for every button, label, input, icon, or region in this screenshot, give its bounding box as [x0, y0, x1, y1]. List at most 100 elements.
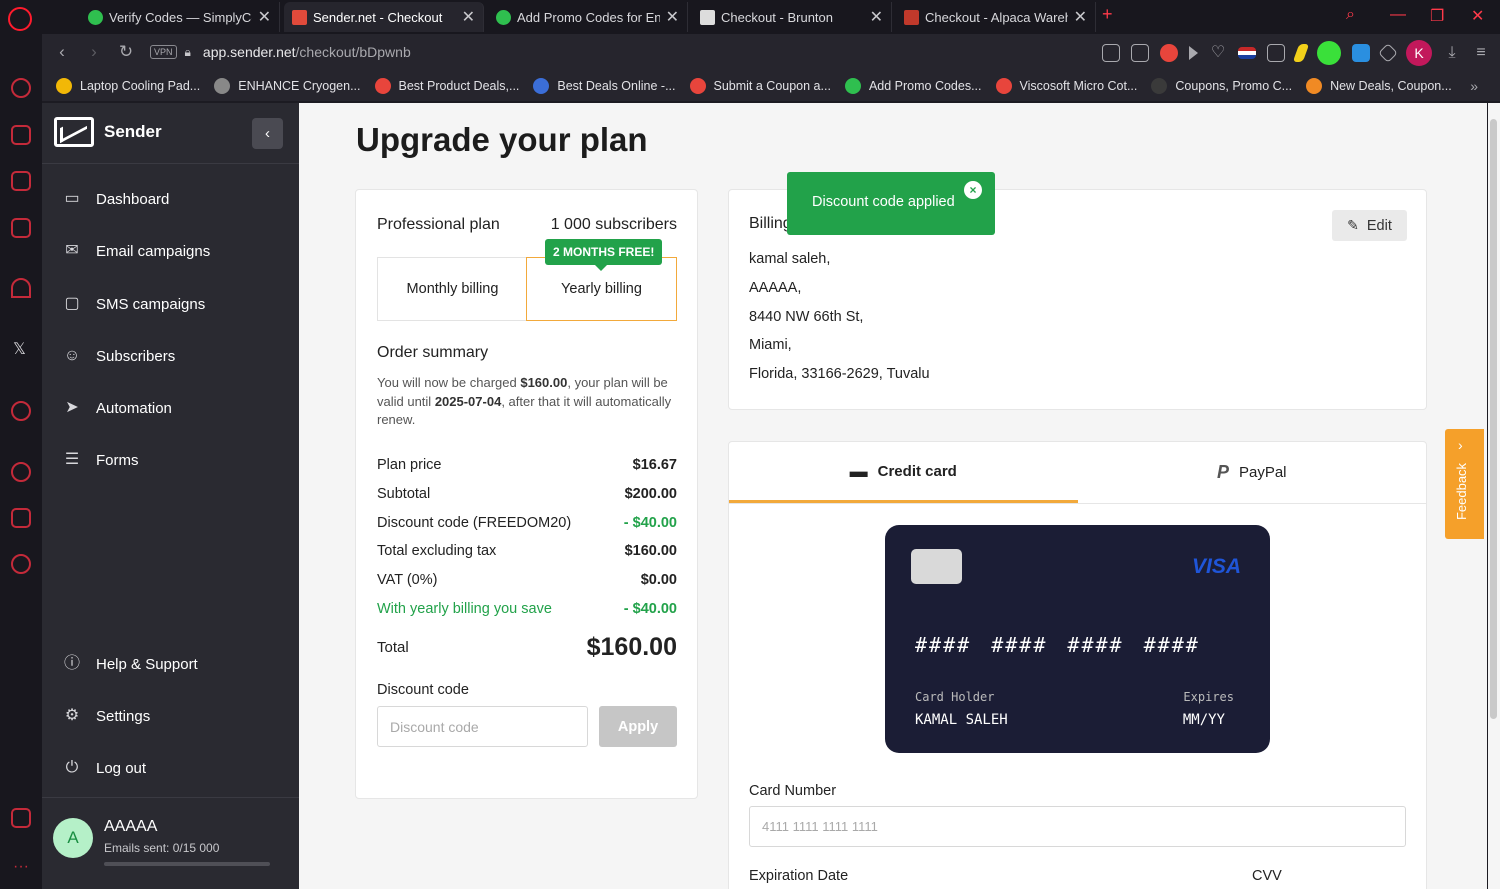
- wallet-icon[interactable]: [11, 218, 31, 238]
- chat-bubble-icon: ▢: [64, 295, 80, 312]
- x-twitter-icon[interactable]: 𝕏: [13, 339, 26, 359]
- pencil-icon: ✎: [1347, 217, 1359, 233]
- paper-plane-icon: ➤: [65, 399, 79, 416]
- url-field[interactable]: app.sender.net/checkout/bDpwnb: [203, 44, 411, 60]
- reader-icon[interactable]: [1267, 44, 1285, 62]
- sidebar-item-dashboard[interactable]: ▭ Dashboard: [62, 189, 169, 209]
- sidebar-item-log-out[interactable]: ⏻ Log out: [62, 758, 146, 778]
- bookmark-item[interactable]: Coupons, Promo C...: [1151, 77, 1292, 94]
- twitch-icon[interactable]: [11, 171, 31, 191]
- settings-rail-icon[interactable]: [11, 554, 31, 574]
- extensions-icon[interactable]: [1378, 43, 1398, 63]
- lightning-icon[interactable]: [1292, 44, 1310, 62]
- new-tab-button[interactable]: +: [1102, 4, 1113, 25]
- send-icon[interactable]: [1189, 46, 1198, 60]
- history-icon[interactable]: [11, 462, 31, 482]
- bookmark-favicon-icon: [56, 77, 72, 94]
- close-toast-icon[interactable]: ×: [964, 181, 982, 199]
- share-icon[interactable]: [1102, 44, 1120, 62]
- sidebar-item-email-campaigns[interactable]: ✉ Email campaigns: [62, 241, 210, 261]
- sidebar-item-sms-campaigns[interactable]: ▢ SMS campaigns: [62, 294, 205, 314]
- minimize-icon[interactable]: —: [1390, 6, 1406, 24]
- close-window-icon[interactable]: ✕: [1471, 6, 1484, 26]
- bookmark-item[interactable]: Laptop Cooling Pad...: [56, 77, 200, 94]
- tab-checkout-brunton[interactable]: Checkout - Brunton ✕: [692, 2, 892, 32]
- payment-card: ▬ Credit card P PayPal VISA #### #### ##…: [728, 441, 1427, 889]
- profile-avatar[interactable]: K: [1406, 40, 1432, 66]
- collapse-sidebar-button[interactable]: ‹: [252, 118, 283, 149]
- bookmark-favicon-icon: [689, 77, 706, 94]
- bookmarks-more-icon[interactable]: »: [1470, 78, 1478, 94]
- adblock-icon[interactable]: [1160, 44, 1178, 62]
- bookmark-item[interactable]: New Deals, Coupon...: [1306, 77, 1452, 94]
- back-icon[interactable]: ‹: [46, 42, 78, 62]
- alpaca-favicon-icon: [904, 9, 919, 25]
- lock-icon[interactable]: 🔒︎: [185, 45, 191, 60]
- camera-icon[interactable]: [1131, 44, 1149, 62]
- sidebar-item-forms[interactable]: ☰ Forms: [62, 450, 139, 470]
- flag-icon[interactable]: [1238, 47, 1256, 59]
- aria-icon[interactable]: [11, 278, 31, 298]
- dashboard-icon: ▭: [64, 190, 80, 207]
- heart-icon[interactable]: ♡: [1209, 44, 1227, 62]
- gallery-icon[interactable]: [11, 808, 31, 828]
- close-tab-icon[interactable]: ✕: [462, 7, 475, 27]
- billing-region: Florida, 33166-2629, Tuvalu: [749, 366, 930, 382]
- restore-icon[interactable]: ❐: [1430, 6, 1444, 26]
- simplycodes-favicon-icon: [88, 9, 103, 25]
- tab-paypal[interactable]: P PayPal: [1078, 442, 1427, 503]
- discount-code-input[interactable]: [377, 706, 588, 747]
- more-rail-icon[interactable]: ···: [13, 858, 29, 876]
- opera-side-rail: 𝕏 ···: [0, 34, 42, 889]
- feedback-tab[interactable]: › Feedback: [1445, 429, 1484, 539]
- forward-icon[interactable]: ›: [78, 42, 110, 62]
- apply-discount-button[interactable]: Apply: [599, 706, 677, 747]
- sidebar-item-subscribers[interactable]: ☺ Subscribers: [62, 346, 175, 366]
- tab-credit-card[interactable]: ▬ Credit card: [729, 442, 1078, 503]
- speed-dial-icon[interactable]: [11, 78, 31, 98]
- shopping-icon[interactable]: [11, 125, 31, 145]
- monthly-billing-option[interactable]: Monthly billing: [378, 258, 527, 320]
- chip-icon: [911, 549, 962, 584]
- brand-name: Sender: [104, 122, 162, 141]
- menu-icon[interactable]: ≡: [1472, 44, 1490, 62]
- bookmark-item[interactable]: Best Deals Online -...: [533, 77, 676, 94]
- card-number-label: Card Number: [749, 783, 837, 799]
- user-account-block[interactable]: A AAAAA Emails sent: 0/15 000: [42, 797, 299, 889]
- box-icon[interactable]: [11, 508, 31, 528]
- player-icon[interactable]: [11, 401, 31, 421]
- vpn-badge[interactable]: VPN: [150, 45, 177, 59]
- close-tab-icon[interactable]: ✕: [1074, 7, 1087, 27]
- green-extension-icon[interactable]: [1317, 41, 1341, 65]
- tab-sender-checkout[interactable]: Sender.net - Checkout ✕: [284, 2, 484, 32]
- reload-icon[interactable]: ↻: [110, 42, 142, 62]
- close-tab-icon[interactable]: ✕: [666, 7, 679, 27]
- billing-title: Billing: [749, 215, 792, 232]
- toast-message: Discount code applied: [812, 194, 955, 210]
- search-tabs-icon[interactable]: ⌕: [1346, 6, 1355, 24]
- card-number-input[interactable]: [749, 806, 1406, 847]
- bookmark-item[interactable]: Submit a Coupon a...: [689, 77, 831, 94]
- page-scrollbar[interactable]: [1488, 103, 1500, 889]
- scrollbar-thumb[interactable]: [1490, 119, 1497, 719]
- brand[interactable]: Sender: [54, 117, 162, 147]
- bookmark-item[interactable]: Best Product Deals,...: [374, 77, 519, 94]
- tab-add-promo-codes[interactable]: Add Promo Codes for Engine ✕: [488, 2, 688, 32]
- sidebar-item-settings[interactable]: ⚙ Settings: [62, 706, 150, 726]
- close-tab-icon[interactable]: ✕: [258, 7, 271, 27]
- expiration-date-label: Expiration Date: [749, 868, 849, 884]
- sidebar-item-help-support[interactable]: ⓘ Help & Support: [62, 654, 198, 674]
- close-tab-icon[interactable]: ✕: [870, 7, 883, 27]
- tab-checkout-alpaca[interactable]: Checkout - Alpaca Warehouse ✕: [896, 2, 1096, 32]
- bookmark-favicon-icon: [995, 77, 1012, 94]
- bookmark-item[interactable]: ENHANCE Cryogen...: [214, 77, 361, 94]
- bitwarden-icon[interactable]: [1352, 44, 1370, 62]
- edit-billing-button[interactable]: ✎ Edit: [1332, 210, 1407, 241]
- tab-verify-codes[interactable]: Verify Codes — SimplyCodes ✕: [80, 2, 280, 32]
- card-preview: VISA #### #### #### #### Card Holder KAM…: [885, 525, 1270, 753]
- bookmark-item[interactable]: Viscosoft Micro Cot...: [995, 77, 1137, 94]
- download-icon[interactable]: ⤓: [1443, 44, 1461, 62]
- sidebar-item-automation[interactable]: ➤ Automation: [62, 398, 172, 418]
- bookmark-item[interactable]: Add Promo Codes...: [844, 77, 982, 94]
- opera-logo-icon[interactable]: [8, 7, 32, 31]
